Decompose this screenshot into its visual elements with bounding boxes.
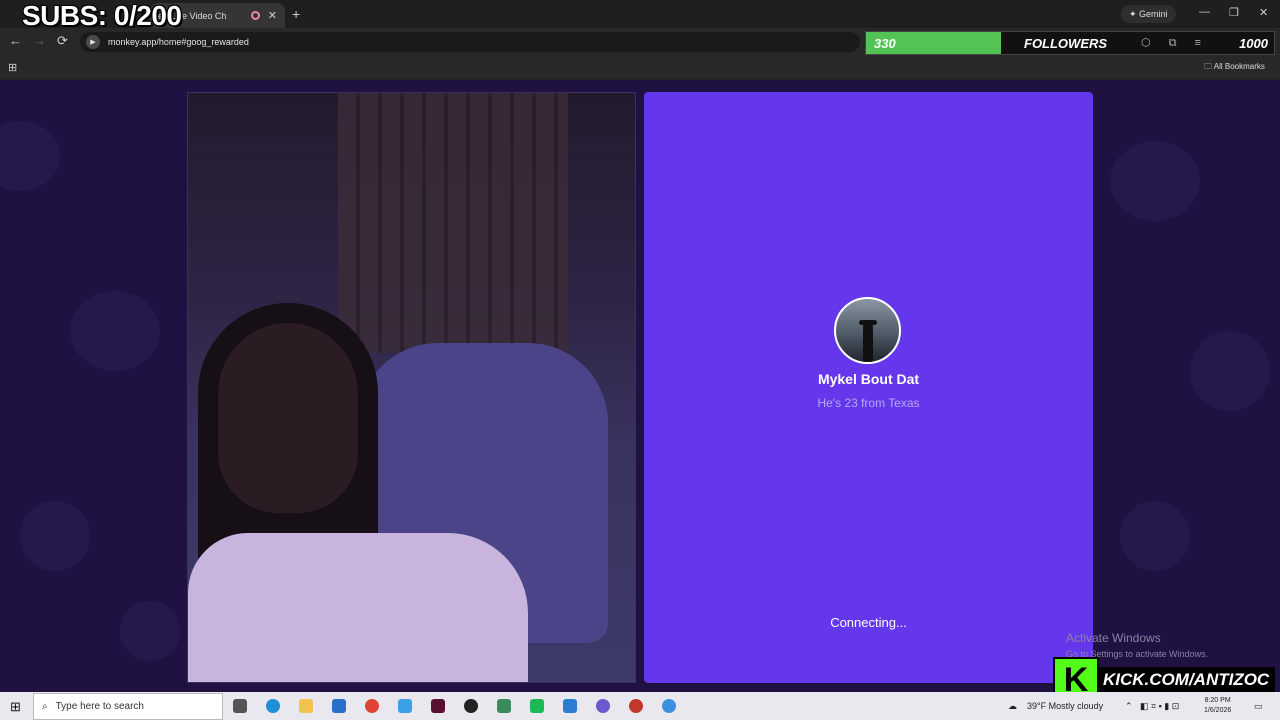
weather-icon[interactable]: ☁ (1008, 701, 1017, 712)
address-bar[interactable]: ▶ monkey.app/home#goog_rewarded (80, 32, 860, 52)
followers-goal-bar: 330 FOLLOWERS ⬡⧉≡ 1000 (865, 31, 1275, 55)
taskbar-search-placeholder: Type here to search (55, 701, 144, 712)
close-window-button[interactable]: ✕ (1259, 6, 1268, 19)
back-button[interactable]: ← (9, 33, 22, 48)
start-button[interactable]: ⊞ (10, 699, 21, 715)
editor-icon[interactable] (431, 699, 445, 713)
system-clock[interactable]: 8:20 PM 1/6/2026 (1204, 696, 1231, 716)
followers-goal: 1000 (1239, 36, 1268, 51)
edge-icon[interactable] (266, 699, 280, 713)
app-icon-3[interactable] (530, 699, 544, 713)
app-icon[interactable] (398, 699, 412, 713)
taskbar-search[interactable]: ⌕ Type here to search (33, 693, 223, 720)
activate-windows-title: Activate Windows (1066, 631, 1161, 645)
all-bookmarks-label: All Bookmarks (1213, 62, 1265, 71)
app-icon-2[interactable] (497, 699, 511, 713)
app-icon-5[interactable] (662, 699, 676, 713)
partner-name: Mykel Bout Dat (817, 371, 920, 387)
partner-video-panel (644, 92, 1093, 683)
bookmarks-bar (0, 55, 1280, 80)
obs-icon[interactable] (629, 699, 643, 713)
tray-chevron-icon[interactable]: ⌃ (1125, 701, 1133, 712)
partner-avatar (834, 297, 901, 364)
gemini-button[interactable]: ✦ Gemini (1121, 5, 1176, 23)
subs-goal-overlay: SUBS: 0/200 (22, 0, 182, 31)
tray-icons[interactable]: ◧ ⌗ ▪ ▮ ⊡ (1140, 701, 1179, 712)
weather-text[interactable]: 39°F Mostly cloudy (1027, 701, 1103, 711)
background-wall (338, 93, 568, 353)
task-view-icon[interactable] (233, 699, 247, 713)
4k-downloader-icon[interactable] (464, 699, 478, 713)
minimize-button[interactable]: — (1199, 6, 1210, 18)
followers-label: FOLLOWERS (1024, 36, 1108, 51)
connection-status: Connecting... (830, 615, 907, 630)
partner-subtitle: He's 23 from Texas (817, 396, 920, 410)
clock-time: 8:20 PM (1204, 697, 1231, 704)
discord-icon[interactable] (596, 699, 610, 713)
apps-icon[interactable]: ⊞ (8, 61, 17, 74)
notifications-icon[interactable]: ▭ (1254, 701, 1263, 712)
restore-button[interactable]: ❐ (1229, 6, 1239, 19)
person-shirt (188, 533, 528, 682)
chrome-icon[interactable] (365, 699, 379, 713)
recording-icon (250, 11, 260, 20)
site-info-icon[interactable]: ▶ (86, 35, 100, 49)
all-bookmarks-button[interactable]: 🗀 All Bookmarks (1204, 61, 1265, 75)
followers-current: 330 (874, 36, 896, 51)
url-text: monkey.app/home#goog_rewarded (108, 37, 249, 47)
store-icon[interactable] (332, 699, 346, 713)
gemini-label: ✦ Gemini (1129, 8, 1168, 19)
app-icon-4[interactable] (563, 699, 577, 713)
reload-button[interactable]: ⟳ (57, 33, 68, 49)
close-tab-icon[interactable]: ✕ (268, 9, 277, 22)
search-icon: ⌕ (42, 701, 48, 712)
toolbar-extension-icons: ⬡⧉≡ (1141, 37, 1219, 49)
clock-date: 1/6/2026 (1204, 707, 1232, 714)
person-face (218, 323, 358, 513)
self-camera-video (187, 92, 636, 683)
forward-button[interactable]: → (33, 33, 46, 48)
file-explorer-icon[interactable] (299, 699, 313, 713)
new-tab-button[interactable]: + (292, 6, 300, 22)
kick-url: KICK.COM/ANTIZOC (1097, 667, 1276, 693)
